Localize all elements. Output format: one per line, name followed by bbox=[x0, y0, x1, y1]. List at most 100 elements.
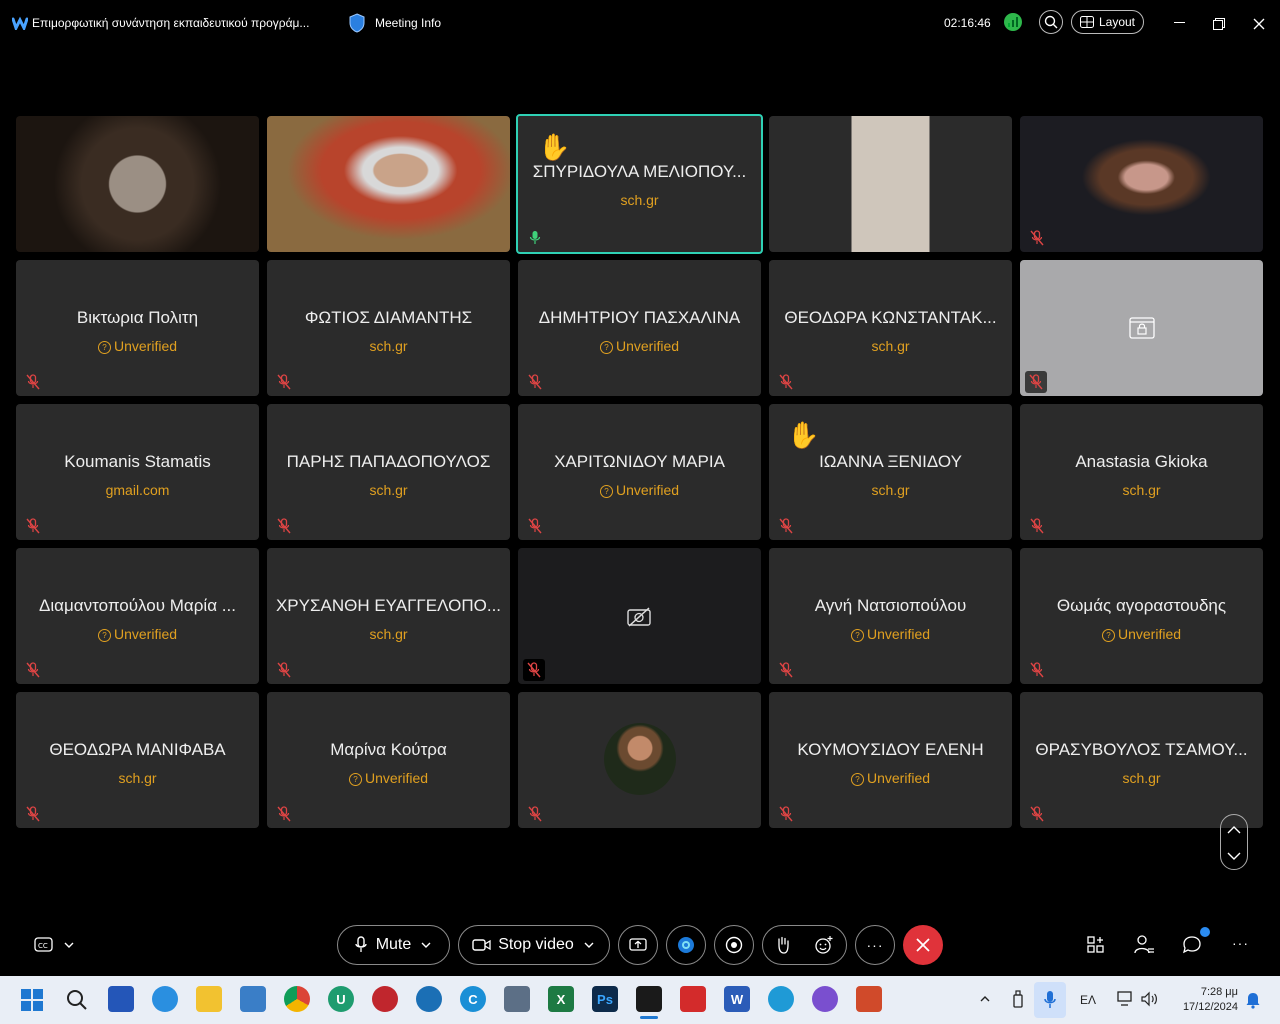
participant-name: Μαρίνα Κούτρα bbox=[330, 740, 447, 759]
notification-bell-icon[interactable] bbox=[1245, 991, 1261, 1009]
muted-microphone-icon bbox=[1025, 371, 1047, 393]
participant-video bbox=[769, 116, 1012, 252]
grid-scroll-control[interactable] bbox=[1220, 814, 1248, 870]
close-icon[interactable] bbox=[1253, 17, 1265, 30]
edge-icon[interactable] bbox=[768, 986, 794, 1012]
participant-tile[interactable] bbox=[1020, 116, 1263, 252]
input-language[interactable]: ΕΛ bbox=[1080, 993, 1096, 1007]
participant-tile[interactable] bbox=[267, 116, 510, 252]
participant-tile[interactable]: ΧΑΡΙΤΩΝΙΔΟΥ ΜΑΡΙΑ? Unverified bbox=[518, 404, 761, 540]
participant-tile[interactable]: ΣΠΥΡΙΔΟΥΛΑ ΜΕΛΙΟΠΟΥ... sch.gr ✋ bbox=[516, 114, 763, 254]
chevron-up-icon[interactable] bbox=[1221, 817, 1247, 843]
participant-name: ΦΩΤΙΟΣ ΔΙΑΜΑΝΤΗΣ bbox=[304, 308, 473, 327]
browser-app-icon[interactable] bbox=[152, 986, 178, 1012]
unverified-badge: ? Unverified bbox=[518, 482, 761, 498]
app-red-icon[interactable] bbox=[372, 986, 398, 1012]
participants-button[interactable] bbox=[1133, 934, 1155, 956]
microphone-in-use-icon[interactable] bbox=[1034, 982, 1066, 1018]
share-screen-button[interactable] bbox=[618, 925, 658, 965]
chevron-down-icon[interactable] bbox=[1221, 843, 1247, 869]
participant-tile[interactable]: ΔΗΜΗΤΡΙΟΥ ΠΑΣΧΑΛΙΝΑ? Unverified bbox=[518, 260, 761, 396]
taskbar-clock[interactable]: 7:28 μμ 17/12/2024 bbox=[1170, 985, 1238, 1015]
verification-status: Unverified bbox=[364, 770, 429, 786]
participant-tile[interactable] bbox=[518, 548, 761, 684]
question-circle-icon: ? bbox=[599, 485, 613, 498]
layout-grid-icon bbox=[1079, 16, 1094, 28]
share-screen-icon bbox=[629, 938, 647, 951]
more-options-label: ··· bbox=[866, 937, 884, 953]
presentation-app-icon[interactable] bbox=[856, 986, 882, 1012]
participant-tile[interactable]: Θωμάς αγοραστουδης? Unverified bbox=[1020, 548, 1263, 684]
participant-tile[interactable]: ΚΟΥΜΟΥΣΙΔΟΥ ΕΛΕΝΗ ? Unverified bbox=[769, 692, 1012, 828]
chat-button[interactable] bbox=[1181, 934, 1203, 956]
participant-tile[interactable] bbox=[16, 116, 259, 252]
participant-tile[interactable]: ΠΑΡΗΣ ΠΑΠΑΔΟΠΟΥΛΟΣ sch.gr bbox=[267, 404, 510, 540]
zoom-search-icon[interactable] bbox=[1039, 10, 1063, 34]
participant-tile[interactable]: ΙΩΑΝΝΑ ΞΕΝΙΔΟΥ sch.gr ✋ bbox=[769, 404, 1012, 540]
participant-tile[interactable] bbox=[1020, 260, 1263, 396]
pdf-reader-icon[interactable] bbox=[680, 986, 706, 1012]
windows-start-icon[interactable] bbox=[20, 988, 44, 1012]
mute-button[interactable]: Mute bbox=[337, 925, 450, 965]
participant-tile[interactable]: Διαμαντοπούλου Μαρία ...? Unverified bbox=[16, 548, 259, 684]
record-button[interactable] bbox=[714, 925, 754, 965]
participant-tile[interactable]: Koumanis Stamatis gmail.com bbox=[16, 404, 259, 540]
search-icon[interactable] bbox=[65, 988, 89, 1012]
verification-status: Unverified bbox=[866, 626, 931, 642]
app-c-icon[interactable]: C bbox=[460, 986, 486, 1012]
participant-name: ΧΡΥΣΑΝΘΗ ΕΥΑΓΓΕΛΟΠΟ... bbox=[275, 596, 502, 615]
word-icon[interactable]: W bbox=[724, 986, 750, 1012]
participant-name: Anastasia Gkioka bbox=[1075, 452, 1208, 471]
question-circle-icon: ? bbox=[850, 773, 864, 786]
webex-taskbar-icon[interactable] bbox=[636, 986, 662, 1012]
minimize-icon[interactable] bbox=[1174, 22, 1185, 23]
remote-desktop-icon[interactable] bbox=[240, 986, 266, 1012]
participant-tile[interactable]: ΘΕΟΔΩΡΑ ΚΩΝΣΤΑΝΤΑΚ... sch.gr bbox=[769, 260, 1012, 396]
shield-icon[interactable] bbox=[348, 13, 366, 33]
file-explorer-icon[interactable] bbox=[196, 986, 222, 1012]
usb-device-icon[interactable] bbox=[1012, 990, 1024, 1008]
title-bar: Επιμορφωτική συνάντηση εκπαιδευτικού προ… bbox=[0, 0, 1280, 48]
participant-tile[interactable]: ΘΡΑΣΥΒΟΥΛΟΣ ΤΣΑΜΟΥ... sch.gr bbox=[1020, 692, 1263, 828]
excel-icon[interactable]: X bbox=[548, 986, 574, 1012]
participant-tile[interactable]: Μαρίνα Κούτρα? Unverified bbox=[267, 692, 510, 828]
volume-icon[interactable] bbox=[1141, 991, 1159, 1007]
chrome-icon[interactable] bbox=[284, 986, 310, 1012]
participant-tile[interactable]: ΦΩΤΙΟΣ ΔΙΑΜΑΝΤΗΣ sch.gr bbox=[267, 260, 510, 396]
more-options-button[interactable]: ··· bbox=[855, 925, 895, 965]
stop-video-button[interactable]: Stop video bbox=[458, 925, 610, 965]
meeting-info-button[interactable]: Meeting Info bbox=[375, 16, 441, 30]
app-shield-icon[interactable] bbox=[416, 986, 442, 1012]
leave-meeting-button[interactable] bbox=[903, 925, 943, 965]
participant-tile[interactable] bbox=[769, 116, 1012, 252]
participant-tile[interactable]: Anastasia Gkioka sch.gr bbox=[1020, 404, 1263, 540]
network-signal-icon[interactable] bbox=[1004, 13, 1022, 31]
restore-icon[interactable] bbox=[1213, 17, 1225, 30]
viber-icon[interactable] bbox=[812, 986, 838, 1012]
notes-app-icon[interactable] bbox=[108, 986, 134, 1012]
muted-microphone-icon bbox=[277, 662, 291, 678]
participant-tile[interactable]: ΧΡΥΣΑΝΘΗ ΕΥΑΓΓΕΛΟΠΟ... sch.gr bbox=[267, 548, 510, 684]
reactions-button[interactable] bbox=[762, 925, 847, 965]
participant-name: Koumanis Stamatis bbox=[64, 452, 211, 471]
more-menu-icon[interactable]: ··· bbox=[1232, 935, 1250, 955]
participant-tile[interactable]: ΘΕΟΔΩΡΑ ΜΑΝΙΦΑΒΑ sch.gr bbox=[16, 692, 259, 828]
raised-hand-icon: ✋ bbox=[787, 420, 820, 450]
close-icon bbox=[916, 938, 930, 952]
participant-name: ΚΟΥΜΟΥΣΙΔΟΥ ΕΛΕΝΗ bbox=[797, 740, 984, 759]
unverified-badge: ? Unverified bbox=[769, 770, 1012, 786]
participant-tile[interactable]: Αγνή Νατσιοπούλου? Unverified bbox=[769, 548, 1012, 684]
captions-button[interactable]: CC bbox=[34, 934, 78, 956]
photoshop-icon[interactable]: Ps bbox=[592, 986, 618, 1012]
muted-microphone-icon bbox=[1030, 230, 1044, 246]
participant-tile[interactable]: Βικτωρια Πολιτη? Unverified bbox=[16, 260, 259, 396]
app-u-icon[interactable]: U bbox=[328, 986, 354, 1012]
network-icon[interactable] bbox=[1117, 991, 1135, 1007]
chevron-up-icon[interactable] bbox=[978, 992, 992, 1006]
calculator-icon[interactable] bbox=[504, 986, 530, 1012]
ai-assistant-button[interactable] bbox=[666, 925, 706, 965]
apps-button[interactable] bbox=[1086, 935, 1106, 955]
record-icon bbox=[725, 936, 743, 954]
participant-tile[interactable] bbox=[518, 692, 761, 828]
layout-button[interactable]: Layout bbox=[1071, 10, 1144, 34]
